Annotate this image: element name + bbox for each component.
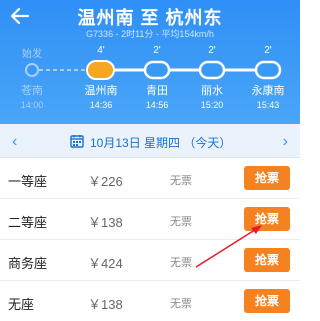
seat-price: ￥138 [88, 297, 123, 312]
date-selector: ‹ 10月13日 星期四 （今天） › [0, 124, 300, 158]
stop-time-cangnan: 14:00 [20, 100, 44, 110]
stop-time-yongkangnan: 15:43 [256, 100, 280, 110]
stop-name-yongkangnan: 永康南 [251, 85, 285, 97]
stop-marker-wenzhounan [86, 60, 115, 80]
grab-ticket-button[interactable]: 抢票 [244, 207, 290, 231]
chevron-right-icon[interactable]: › [283, 133, 288, 151]
seat-price: ￥424 [88, 256, 123, 271]
seat-price: ￥226 [88, 174, 123, 189]
stop-marker-qingtian [143, 60, 171, 80]
chevron-left-icon[interactable]: ‹ [12, 133, 17, 151]
calendar-icon [70, 135, 84, 148]
stop-stay-qingtian: 2' [153, 45, 161, 56]
seat-availability: 无票 [170, 298, 192, 310]
stop-name-lishui: 丽水 [201, 85, 223, 97]
travel-date[interactable]: 10月13日 星期四 （今天） [90, 134, 231, 151]
seat-availability: 无票 [170, 257, 192, 269]
stop-time-wenzhounan: 14:36 [89, 100, 113, 110]
stop-name-cangnan: 苍南 [21, 85, 43, 97]
grab-ticket-button[interactable]: 抢票 [244, 248, 290, 272]
seat-availability: 无票 [170, 216, 192, 228]
stop-name-wenzhounan: 温州南 [84, 85, 118, 97]
seat-price: ￥138 [88, 215, 123, 230]
seat-row-no-seat: 无座 ￥138 无票 抢票 [0, 282, 300, 321]
stop-name-qingtian: 青田 [146, 85, 168, 97]
stop-marker-cangnan [25, 63, 39, 77]
grab-ticket-button[interactable]: 抢票 [244, 166, 290, 190]
stop-time-qingtian: 14:56 [145, 100, 169, 110]
stop-stay-yongkangnan: 2' [264, 45, 272, 56]
stop-marker-lishui [198, 60, 226, 80]
seat-type: 一等座 [8, 174, 48, 189]
seat-type: 二等座 [8, 215, 48, 230]
train-info: G7336 - 2时11分 - 平均154km/h [86, 29, 214, 39]
grab-ticket-button[interactable]: 抢票 [244, 289, 290, 313]
stop-time-lishui: 15:20 [200, 100, 224, 110]
seat-row-business-class: 商务座 ￥424 无票 抢票 [0, 241, 300, 281]
stop-stay-cangnan: 始发 [22, 49, 42, 60]
stop-stay-wenzhounan: 4' [97, 45, 105, 56]
seat-row-first-class: 一等座 ￥226 无票 抢票 [0, 159, 300, 199]
seat-availability: 无票 [170, 175, 192, 187]
stop-stay-lishui: 2' [208, 45, 216, 56]
seat-row-second-class: 二等座 ￥138 无票 抢票 [0, 200, 300, 240]
stop-marker-yongkangnan [254, 60, 282, 80]
trip-header: 温州南 至 杭州东 G7336 - 2时11分 - 平均154km/h 始发 4… [0, 0, 300, 124]
seat-type: 商务座 [8, 256, 48, 271]
seat-type: 无座 [8, 297, 35, 312]
